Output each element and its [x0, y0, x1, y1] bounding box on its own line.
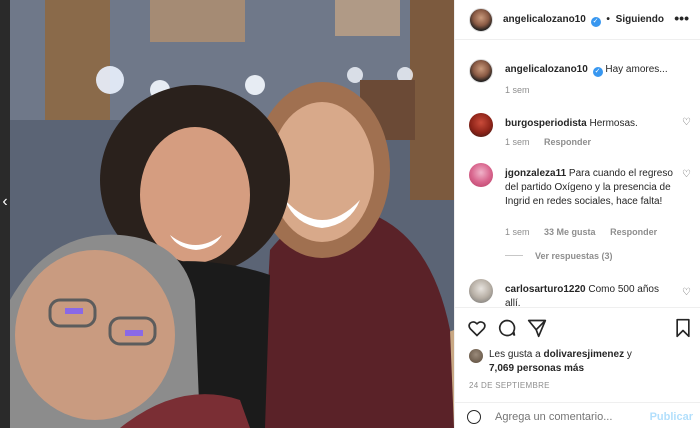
comment-meta: 1 sem 33 Me gusta Responder [505, 227, 657, 237]
comment-time: 1 sem [505, 137, 530, 147]
avatar[interactable] [469, 113, 493, 137]
view-replies-label: Ver respuestas (3) [535, 251, 613, 261]
avatar [469, 349, 483, 363]
heart-icon[interactable]: ♡ [682, 169, 691, 180]
caption-username[interactable]: angelicalozano10 [505, 64, 588, 75]
separator-dot: • [606, 14, 610, 25]
post-side-panel: angelicalozano10 ✓ • Siguiendo ••• angel… [454, 0, 700, 428]
post-date: 24 DE SEPTIEMBRE [469, 381, 550, 390]
heart-icon[interactable]: ♡ [682, 117, 691, 128]
comment-time: 1 sem [505, 227, 530, 237]
list-item: carlosarturo1220 Como 500 años allí. ♡ [469, 279, 699, 307]
likes-conj: y [626, 349, 632, 360]
smiley-icon[interactable] [467, 410, 481, 424]
caption-meta: 1 sem [505, 85, 542, 95]
list-item: jgonzaleza11 Para cuando el regreso del … [469, 163, 699, 263]
avatar[interactable] [469, 8, 493, 32]
comment-text: jgonzaleza11 Para cuando el regreso del … [505, 167, 675, 209]
reply-button[interactable]: Responder [544, 137, 591, 147]
comment-input[interactable] [495, 411, 645, 423]
heart-icon[interactable]: ♡ [682, 287, 691, 298]
avatar[interactable] [469, 59, 493, 83]
comment-body: Hermosas. [589, 118, 638, 129]
likes-text: Les gusta a dolivaresjimenez y 7,069 per… [489, 348, 699, 376]
likes-prefix: Les gusta a [489, 349, 541, 360]
comment-username[interactable]: burgosperiodista [505, 118, 587, 129]
caption-time: 1 sem [505, 85, 530, 95]
comment-text: burgosperiodista Hermosas. [505, 117, 675, 131]
verified-badge-icon: ✓ [590, 17, 601, 27]
avatar[interactable] [469, 279, 493, 303]
post-username[interactable]: angelicalozano10 [503, 14, 586, 25]
comment-username[interactable]: jgonzaleza11 [505, 168, 566, 179]
comment-likes[interactable]: 33 Me gusta [544, 227, 596, 237]
more-options-icon[interactable]: ••• [674, 10, 689, 26]
likes-user[interactable]: dolivaresjimenez [544, 349, 625, 360]
caption-body: Hay amores... [605, 64, 668, 75]
caption-text: angelicalozano10 ✓ Hay amores... [505, 63, 675, 77]
comment-icon[interactable] [497, 318, 517, 338]
post-photo[interactable] [10, 0, 454, 428]
avatar[interactable] [469, 163, 493, 187]
chevron-left-icon[interactable]: ‹ [0, 192, 10, 212]
replies-divider [505, 255, 523, 256]
following-button[interactable]: Siguiendo [616, 14, 664, 25]
likes-count[interactable]: 7,069 personas más [489, 363, 584, 374]
verified-badge-icon: ✓ [592, 67, 603, 77]
list-item: burgosperiodista Hermosas. 1 sem Respond… [469, 113, 699, 153]
header-user-line: angelicalozano10 ✓ • Siguiendo [503, 14, 664, 27]
post-header: angelicalozano10 ✓ • Siguiendo ••• [455, 0, 700, 40]
bookmark-icon[interactable] [673, 318, 693, 338]
paper-plane-icon[interactable] [527, 318, 547, 338]
add-comment-bar: Publicar [455, 402, 700, 428]
publish-button[interactable]: Publicar [650, 411, 693, 423]
previous-post-strip [0, 0, 10, 428]
view-replies-button[interactable]: Ver respuestas (3) [505, 251, 613, 261]
comments-list[interactable]: angelicalozano10 ✓ Hay amores... 1 sem b… [455, 41, 700, 307]
reply-button[interactable]: Responder [610, 227, 657, 237]
comment-username[interactable]: carlosarturo1220 [505, 284, 586, 295]
heart-icon[interactable] [467, 318, 487, 338]
comment-meta: 1 sem Responder [505, 137, 591, 147]
caption: angelicalozano10 ✓ Hay amores... 1 sem [469, 59, 699, 99]
post-actions [455, 307, 700, 347]
comment-text: carlosarturo1220 Como 500 años allí. [505, 283, 675, 307]
